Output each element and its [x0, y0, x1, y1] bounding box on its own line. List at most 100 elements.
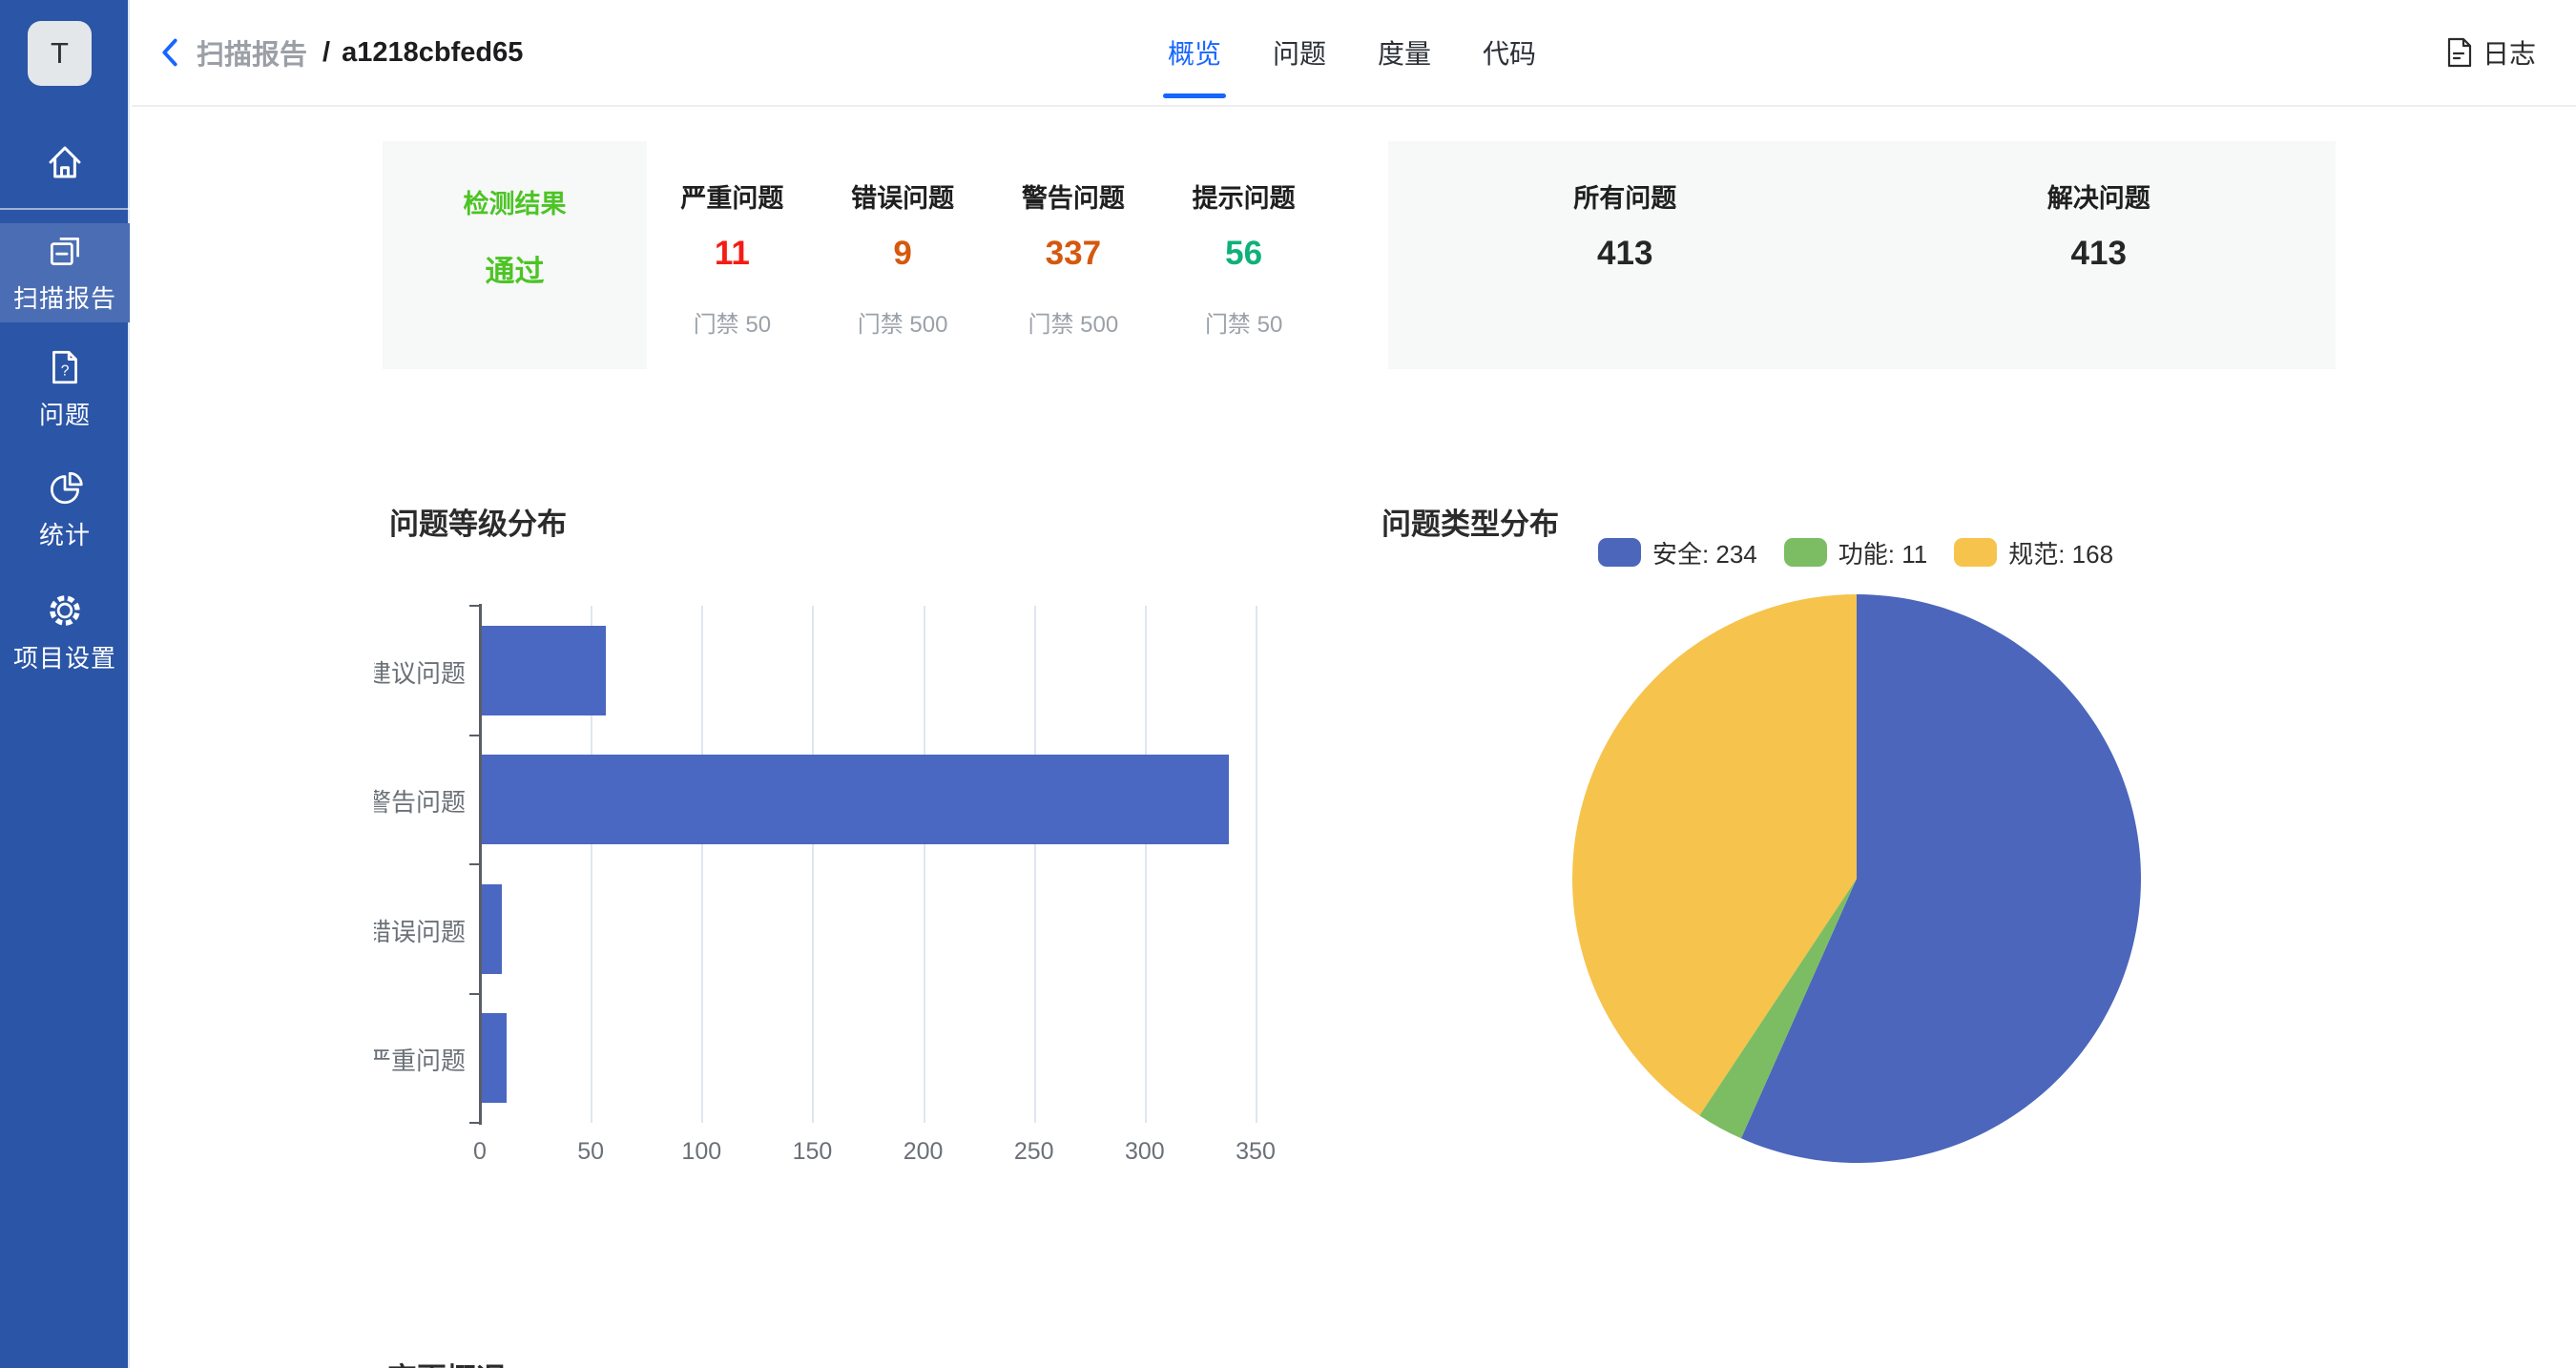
metric-gate: 门禁 50 — [1158, 305, 1329, 339]
breadcrumb-separator: / — [322, 37, 330, 69]
sidebar-item-stats[interactable]: 统计 — [0, 460, 130, 559]
gridline — [1256, 606, 1257, 1123]
pie-chart-legend: 安全: 234 功能: 11 规范: 168 — [1364, 532, 2347, 572]
metric-error: 错误问题 9 门禁 500 — [818, 141, 988, 369]
detection-result-value: 通过 — [383, 247, 647, 290]
breadcrumb-section[interactable]: 扫描报告 — [197, 32, 307, 73]
sidebar-item-scan-report[interactable]: 扫描报告 — [0, 223, 130, 322]
sidebar: T 扫描报告 — [0, 0, 130, 1368]
legend-item-功能[interactable]: 功能: 11 — [1784, 535, 1927, 570]
bar — [482, 626, 606, 715]
legend-item-安全[interactable]: 安全: 234 — [1598, 535, 1757, 570]
tab-code[interactable]: 代码 — [1481, 0, 1538, 105]
legend-swatch — [1784, 538, 1827, 567]
tab-metrics[interactable]: 度量 — [1376, 0, 1433, 105]
sidebar-item-label: 问题 — [39, 396, 91, 431]
total-value: 413 — [1862, 235, 2337, 273]
header: 扫描报告 / a1218cbfed65 概览 问题 度量 代码 日志 — [132, 0, 2576, 107]
sidebar-item-project-settings[interactable]: 项目设置 — [0, 580, 130, 685]
pie-stats-icon — [45, 467, 85, 508]
breadcrumb-report-id: a1218cbfed65 — [342, 37, 523, 69]
legend-swatch — [1598, 538, 1641, 567]
category-label: 警告问题 — [374, 783, 466, 819]
back-button[interactable] — [158, 36, 181, 69]
gridline — [812, 606, 814, 1123]
category-label: 错误问题 — [374, 913, 466, 948]
y-axis-tick — [469, 1122, 479, 1124]
x-tick-label: 0 — [442, 1138, 518, 1166]
total-resolved-issues: 解决问题 413 — [1862, 141, 2337, 369]
issue-type-pie-chart — [1551, 573, 2162, 1184]
metric-critical: 严重问题 11 门禁 50 — [647, 141, 818, 369]
issue-metrics: 严重问题 11 门禁 50 错误问题 9 门禁 500 警告问题 337 门禁 … — [647, 141, 1329, 369]
sidebar-item-issues[interactable]: ? 问题 — [0, 340, 130, 439]
metric-value: 9 — [818, 235, 988, 273]
log-file-icon — [2446, 37, 2473, 68]
legend-label: 规范: 168 — [2008, 535, 2113, 570]
category-label: 严重问题 — [374, 1042, 466, 1077]
metric-value: 11 — [647, 235, 818, 273]
sidebar-item-label: 项目设置 — [13, 639, 116, 674]
metric-value: 56 — [1158, 235, 1329, 273]
bar — [482, 884, 502, 974]
metric-value: 337 — [988, 235, 1159, 273]
metric-label: 严重问题 — [647, 177, 818, 215]
legend-swatch — [1954, 538, 1997, 567]
gridline — [1145, 606, 1147, 1123]
bar — [482, 1013, 507, 1103]
totals-card: 所有问题 413 解决问题 413 — [1388, 141, 2336, 369]
y-axis-tick — [469, 993, 479, 995]
home-icon — [43, 140, 87, 184]
category-label: 建议问题 — [374, 654, 466, 690]
x-tick-label: 350 — [1217, 1138, 1294, 1166]
metric-gate: 门禁 50 — [647, 305, 818, 339]
tab-overview[interactable]: 概览 — [1166, 0, 1223, 105]
legend-label: 功能: 11 — [1839, 535, 1927, 570]
metric-gate: 门禁 500 — [818, 305, 988, 339]
scan-report-icon — [45, 231, 85, 271]
x-tick-label: 300 — [1107, 1138, 1183, 1166]
gridline — [924, 606, 925, 1123]
x-tick-label: 200 — [885, 1138, 962, 1166]
metric-label: 错误问题 — [818, 177, 988, 215]
log-label: 日志 — [2483, 33, 2536, 72]
metric-gate: 门禁 500 — [988, 305, 1159, 339]
metric-warning: 警告问题 337 门禁 500 — [988, 141, 1159, 369]
tab-bar: 概览 问题 度量 代码 — [1166, 0, 1538, 105]
legend-label: 安全: 234 — [1652, 535, 1757, 570]
x-tick-label: 50 — [552, 1138, 629, 1166]
log-button[interactable]: 日志 — [2446, 0, 2536, 105]
total-all-issues: 所有问题 413 — [1388, 141, 1862, 369]
detection-result-label: 检测结果 — [383, 183, 647, 220]
total-value: 413 — [1388, 235, 1862, 273]
sidebar-item-label: 统计 — [39, 516, 91, 551]
sidebar-item-home[interactable] — [0, 126, 130, 198]
tab-issues[interactable]: 问题 — [1271, 0, 1328, 105]
bar-chart-title: 问题等级分布 — [389, 500, 567, 543]
detection-result-card: 检测结果 通过 — [383, 141, 647, 369]
x-tick-label: 150 — [774, 1138, 850, 1166]
gear-icon — [45, 591, 85, 631]
total-label: 解决问题 — [1862, 177, 2337, 215]
issue-severity-bar-chart: 0 50 100 150 200 250 300 350 建议问题警告问题错误问题严重问题 — [374, 572, 1338, 1221]
svg-text:?: ? — [61, 363, 70, 379]
issue-doc-icon: ? — [45, 347, 85, 387]
avatar[interactable]: T — [28, 21, 92, 86]
y-axis-tick — [469, 735, 479, 736]
breadcrumb: 扫描报告 / a1218cbfed65 — [158, 0, 523, 105]
legend-item-规范[interactable]: 规范: 168 — [1954, 535, 2113, 570]
sidebar-divider — [0, 208, 130, 210]
scan-report-page: T 扫描报告 — [0, 0, 2576, 1368]
metric-hint: 提示问题 56 门禁 50 — [1158, 141, 1329, 369]
x-tick-label: 250 — [996, 1138, 1072, 1166]
x-tick-label: 100 — [663, 1138, 739, 1166]
y-axis-tick — [469, 605, 479, 607]
metric-label: 警告问题 — [988, 177, 1159, 215]
bar — [482, 755, 1229, 844]
next-section-heading-clipped: 变更概况 — [387, 1355, 769, 1368]
breadcrumb-current: / a1218cbfed65 — [322, 37, 523, 69]
gridline — [1034, 606, 1036, 1123]
gridline — [701, 606, 703, 1123]
metric-label: 提示问题 — [1158, 177, 1329, 215]
total-label: 所有问题 — [1388, 177, 1862, 215]
